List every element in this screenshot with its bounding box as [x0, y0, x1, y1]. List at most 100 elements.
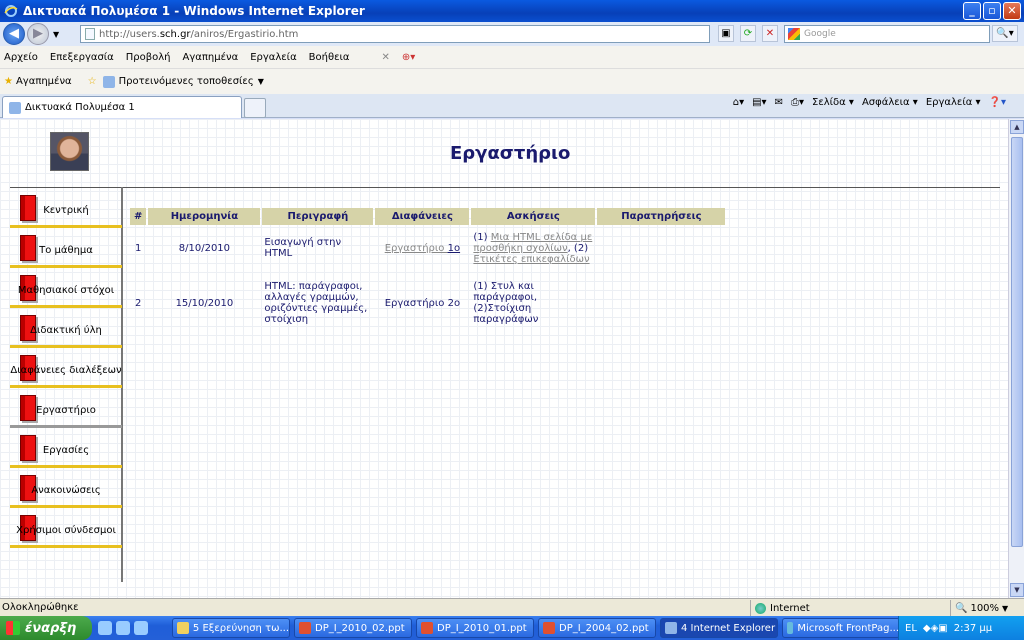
- tab-bar: Δικτυακά Πολυμέσα 1 ⌂▾ ▤▾ ✉ ⎙▾ Σελίδα ▾ …: [0, 94, 1024, 118]
- mail-icon[interactable]: ✉: [775, 97, 783, 108]
- history-dropdown-icon[interactable]: ▼: [53, 30, 59, 39]
- scroll-thumb[interactable]: [1011, 137, 1023, 547]
- page-icon: [85, 28, 95, 40]
- col-num: #: [130, 208, 147, 225]
- tab-active[interactable]: Δικτυακά Πολυμέσα 1: [2, 96, 242, 118]
- nav-item-home[interactable]: Κεντρική: [10, 195, 122, 229]
- nav-item-lecture-slides[interactable]: Διαφάνειες διαλέξεων: [10, 355, 122, 389]
- google-icon: [788, 28, 800, 40]
- folder-icon: [177, 622, 189, 634]
- print-icon[interactable]: ⎙▾: [791, 97, 804, 108]
- cell-exercises: (1) Στυλ και παράγραφοι, (2)Στοίχιση παρ…: [473, 281, 539, 325]
- nav-item-objectives[interactable]: Μαθησιακοί στόχοι: [10, 275, 122, 309]
- taskbar-button[interactable]: DP_I_2004_02.ppt: [538, 618, 656, 638]
- table-row: 2 15/10/2010 HTML: παράγραφοι, αλλαγές γ…: [130, 271, 725, 335]
- compat-view-icon[interactable]: ▣: [718, 25, 734, 42]
- menu-bar: Αρχείο Επεξεργασία Προβολή Αγαπημένα Εργ…: [0, 46, 1024, 68]
- quicklaunch-icon[interactable]: [98, 621, 112, 635]
- cell-exercises: (1) Μια HTML σελίδα με προσθήκη σχολίων,…: [473, 231, 593, 265]
- col-exercises: Ασκήσεις: [471, 208, 596, 225]
- suggested-sites-button[interactable]: Προτεινόμενες τοποθεσίες: [119, 76, 254, 87]
- menu-tools[interactable]: Εργαλεία: [250, 52, 296, 63]
- taskbar-button[interactable]: DP_I_2010_02.ppt: [294, 618, 412, 638]
- taskbar-button[interactable]: Microsoft FrontPag...: [782, 618, 900, 638]
- tools-menu[interactable]: Εργαλεία ▾: [926, 97, 981, 108]
- minimize-button[interactable]: _: [963, 2, 981, 20]
- home-icon[interactable]: ⌂▾: [733, 97, 744, 108]
- taskbar-button[interactable]: 4 Internet Explorer: [660, 618, 778, 638]
- language-indicator[interactable]: EL: [905, 623, 917, 634]
- table-row: 1 8/10/2010 Εισαγωγή στην HTML Εργαστήρι…: [130, 225, 725, 271]
- tab-title: Δικτυακά Πολυμέσα 1: [25, 102, 135, 113]
- cell-slides: Εργαστήριο 1ο: [375, 225, 469, 271]
- new-tab-button[interactable]: [244, 98, 266, 118]
- search-input[interactable]: Google: [784, 25, 990, 43]
- col-description: Περιγραφή: [262, 208, 374, 225]
- help-icon[interactable]: ❓▾: [989, 97, 1006, 108]
- refresh-icon[interactable]: ⟳: [740, 25, 756, 42]
- cell-slides: Εργαστήριο 2ο: [384, 297, 461, 309]
- quicklaunch-icon[interactable]: [116, 621, 130, 635]
- menu-edit[interactable]: Επεξεργασία: [50, 52, 114, 63]
- ppt-icon: [299, 622, 311, 634]
- nav-item-assignments[interactable]: Εργασίες: [10, 435, 122, 469]
- back-button[interactable]: ◀: [3, 23, 25, 45]
- window-titlebar: Δικτυακά Πολυμέσα 1 - Windows Internet E…: [0, 0, 1024, 22]
- close-menu-icon[interactable]: ✕: [382, 52, 390, 63]
- header-divider: [10, 187, 1000, 188]
- scroll-up-icon[interactable]: ▲: [1010, 120, 1024, 134]
- cell-date: 15/10/2010: [175, 297, 234, 309]
- slides-link[interactable]: Εργαστήριο: [385, 243, 448, 254]
- ppt-icon: [421, 622, 433, 634]
- cell-desc: HTML: παράγραφοι, αλλαγές γραμμών, οριζό…: [264, 281, 368, 325]
- exercise-link[interactable]: Ετικέτες επικεφαλίδων: [473, 254, 589, 265]
- clock: 2:37 μμ: [953, 622, 993, 634]
- page-menu[interactable]: Σελίδα ▾: [812, 97, 854, 108]
- favorites-bar: ★ Αγαπημένα ☆ Προτεινόμενες τοποθεσίες ▼: [0, 68, 1024, 94]
- table-header-row: # Ημερομηνία Περιγραφή Διαφάνειες Ασκήσε…: [130, 208, 726, 225]
- zoom-icon: 🔍: [955, 602, 968, 614]
- frontpage-icon: [787, 622, 794, 634]
- add-favorite-icon[interactable]: ☆: [88, 76, 97, 87]
- slides-link-suffix[interactable]: 1ο: [448, 243, 460, 254]
- safety-menu[interactable]: Ασφάλεια ▾: [862, 97, 918, 108]
- status-bar: Ολοκληρώθηκε Internet 🔍 100% ▼: [0, 598, 1024, 616]
- taskbar-button[interactable]: DP_I_2010_01.ppt: [416, 618, 534, 638]
- maximize-button[interactable]: ▫: [983, 2, 1001, 20]
- quick-launch: [98, 621, 168, 635]
- addon-icon[interactable]: ⊕▾: [402, 52, 415, 63]
- nav-item-lab[interactable]: Εργαστήριο: [10, 395, 122, 429]
- ie-logo-icon: [4, 5, 18, 17]
- favorites-button[interactable]: Αγαπημένα: [16, 76, 72, 87]
- nav-item-material[interactable]: Διδακτική ύλη: [10, 315, 122, 349]
- taskbar-button[interactable]: 5 Εξερεύνηση τω...: [172, 618, 290, 638]
- forward-button[interactable]: ▶: [27, 23, 49, 45]
- menu-view[interactable]: Προβολή: [126, 52, 171, 63]
- start-button[interactable]: έναρξη: [0, 616, 92, 640]
- cell-notes: [597, 271, 725, 335]
- feeds-icon[interactable]: ▤▾: [752, 97, 766, 108]
- scroll-down-icon[interactable]: ▼: [1010, 583, 1024, 597]
- nav-item-course[interactable]: Το μάθημα: [10, 235, 122, 269]
- search-button[interactable]: 🔍▾: [992, 25, 1018, 42]
- address-prefix: http://users.: [99, 28, 160, 40]
- ppt-icon: [543, 622, 555, 634]
- cell-date: 8/10/2010: [178, 242, 231, 254]
- star-icon: ★: [4, 76, 13, 87]
- author-photo: [50, 132, 89, 171]
- vertical-scrollbar[interactable]: ▲ ▼: [1008, 119, 1024, 598]
- menu-help[interactable]: Βοήθεια: [309, 52, 350, 63]
- chevron-down-icon[interactable]: ▼: [258, 77, 264, 86]
- quicklaunch-icon[interactable]: [134, 621, 148, 635]
- cell-num: 2: [135, 297, 142, 309]
- stop-icon[interactable]: ✕: [762, 25, 778, 42]
- close-button[interactable]: ✕: [1003, 2, 1021, 20]
- nav-item-announcements[interactable]: Ανακοινώσεις: [10, 475, 122, 509]
- nav-item-links[interactable]: Χρήσιμοι σύνδεσμοι: [10, 515, 122, 549]
- menu-file[interactable]: Αρχείο: [4, 52, 38, 63]
- tray-icons[interactable]: ◆◈▣: [923, 623, 948, 634]
- zoom-control[interactable]: 🔍 100% ▼: [950, 600, 1008, 616]
- address-bar[interactable]: http://users. sch.gr/aniros/Ergastirio.ht…: [80, 25, 710, 43]
- menu-favorites[interactable]: Αγαπημένα: [183, 52, 239, 63]
- status-text: Ολοκληρώθηκε: [2, 602, 79, 613]
